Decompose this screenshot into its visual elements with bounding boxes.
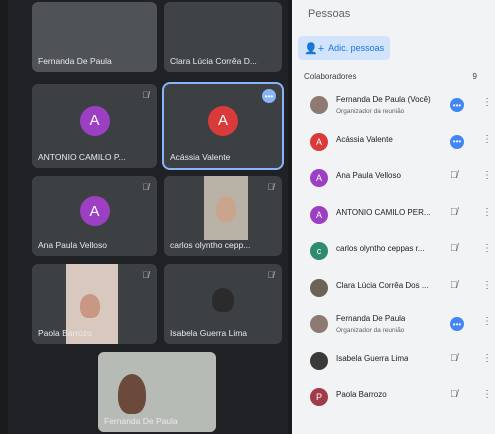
participant-avatar [310, 278, 328, 297]
tile-antonio[interactable]: 🎙̸ A ANTONIO CAMILO P... [32, 84, 157, 168]
mic-off-icon[interactable]: 🎙̸ [450, 207, 458, 218]
participant-avatar: A [310, 205, 328, 224]
participant-name: Isabela Guerra Lima [336, 353, 409, 363]
panel-title: Pessoas [308, 8, 351, 20]
tile-name: Ana Paula Velloso [38, 240, 107, 250]
more-vert-icon[interactable]: ⋮ [482, 134, 492, 145]
more-vert-icon[interactable]: ⋮ [482, 353, 492, 364]
participant-row[interactable]: Fernanda De Paula Organizador da reunião •… [310, 309, 492, 339]
tile-acassia[interactable]: ••• A Acássia Valente [162, 82, 284, 170]
tile-name: Clara Lúcia Corrêa D... [170, 56, 257, 66]
tile-carlos[interactable]: 🎙̸ carlos olyntho cepp... [164, 176, 282, 256]
avatar: A [79, 196, 110, 227]
meet-screen: Fernanda De Paula Clara Lúcia Corrêa D..… [0, 0, 495, 434]
mic-off-icon[interactable]: 🎙̸ [450, 353, 458, 364]
add-person-icon: 👤+ [304, 42, 325, 55]
participant-face [212, 288, 234, 312]
participant-row[interactable]: A Ana Paula Velloso 🎙̸ ⋮ [310, 163, 492, 193]
tile-fernanda-bottom[interactable]: Fernanda De Paula [98, 352, 216, 432]
mic-off-icon[interactable]: 🎙̸ [450, 170, 458, 181]
more-vert-icon[interactable]: ⋮ [482, 207, 492, 218]
section-count: 9 [472, 72, 477, 81]
add-people-button[interactable]: 👤+ Adic. pessoas [298, 36, 390, 60]
participant-name: Fernanda De Paula [336, 314, 406, 323]
more-options-icon[interactable]: ••• [262, 89, 276, 103]
participant-avatar [310, 351, 328, 370]
participant-row[interactable]: P Paola Barrozo 🎙̸ ⋮ [310, 382, 492, 412]
mic-off-icon: 🎙̸ [142, 182, 149, 192]
mic-off-icon[interactable]: 🎙̸ [450, 280, 458, 291]
participant-row[interactable]: Isabela Guerra Lima 🎙̸ ⋮ [310, 346, 492, 376]
participant-name: Fernanda De Paula (Você) [336, 95, 431, 104]
more-vert-icon[interactable]: ⋮ [482, 389, 492, 400]
participant-avatar: c [310, 242, 328, 260]
mic-off-icon[interactable]: 🎙̸ [450, 389, 458, 400]
video-grid: Fernanda De Paula Clara Lúcia Corrêa D..… [8, 0, 288, 434]
tile-name: Isabela Guerra Lima [170, 328, 248, 338]
avatar: A [208, 105, 238, 136]
participant-avatar: A [310, 132, 328, 151]
add-people-label: Adic. pessoas [328, 43, 385, 53]
participant-avatar: P [310, 388, 328, 406]
mic-off-icon: 🎙̸ [142, 90, 149, 100]
participant-name: Clara Lúcia Corrêa Dos ... [336, 280, 429, 290]
avatar: A [79, 105, 110, 136]
tile-name: Fernanda De Paula [38, 56, 112, 66]
participant-name: carlos olyntho ceppas r... [336, 244, 425, 253]
participant-row[interactable]: Fernanda De Paula (Você) Organizador da r… [310, 90, 492, 120]
tile-clara[interactable]: Clara Lúcia Corrêa D... [164, 2, 282, 72]
participant-avatar [310, 315, 328, 333]
participant-row[interactable]: Clara Lúcia Corrêa Dos ... 🎙̸ ⋮ [310, 273, 492, 303]
tile-name: Paola Barrozo [38, 328, 92, 338]
more-vert-icon[interactable]: ⋮ [482, 170, 492, 181]
participant-name: Ana Paula Velloso [336, 171, 401, 180]
more-vert-icon[interactable]: ⋮ [482, 97, 492, 108]
participant-row[interactable]: c carlos olyntho ceppas r... 🎙̸ ⋮ [310, 236, 492, 266]
participant-role: Organizador da reunião [336, 108, 405, 115]
speaking-indicator-icon: ••• [450, 134, 464, 149]
mic-off-icon: 🎙̸ [267, 270, 274, 280]
tile-fernanda-top[interactable]: Fernanda De Paula [32, 2, 157, 72]
tile-name: Fernanda De Paula [104, 416, 178, 426]
tile-name: ANTONIO CAMILO P... [38, 152, 126, 162]
people-panel: Pessoas 👤+ Adic. pessoas Colaboradores 9… [292, 0, 495, 434]
mic-off-icon: 🎙̸ [142, 270, 149, 280]
participant-face [118, 374, 146, 414]
tile-isabela[interactable]: 🎙̸ Isabela Guerra Lima [164, 264, 282, 344]
tile-paola[interactable]: 🎙̸ Paola Barrozo [32, 264, 157, 344]
participant-face [216, 196, 236, 222]
participant-avatar [310, 96, 328, 114]
participant-name: ANTONIO CAMILO PER... [336, 207, 431, 217]
speaking-indicator-icon: ••• [450, 317, 464, 331]
mic-off-icon: 🎙̸ [267, 182, 274, 192]
participant-name: Paola Barrozo [336, 390, 387, 399]
participant-name: Acássia Valente [336, 134, 393, 144]
participant-face [80, 294, 100, 318]
more-vert-icon[interactable]: ⋮ [482, 280, 492, 291]
tile-name: carlos olyntho cepp... [170, 240, 251, 250]
speaking-indicator-icon: ••• [450, 98, 464, 112]
participant-avatar: A [310, 169, 328, 187]
participant-row[interactable]: A ANTONIO CAMILO PER... 🎙̸ ⋮ [310, 200, 492, 230]
mic-off-icon[interactable]: 🎙̸ [450, 243, 458, 254]
more-vert-icon[interactable]: ⋮ [482, 316, 492, 327]
tile-name: Acássia Valente [170, 152, 231, 162]
more-vert-icon[interactable]: ⋮ [482, 243, 492, 254]
participant-row[interactable]: A Acássia Valente ••• ⋮ [310, 127, 492, 157]
tile-ana[interactable]: 🎙̸ A Ana Paula Velloso [32, 176, 157, 256]
participant-role: Organizador da reunião [336, 327, 405, 334]
section-label: Colaboradores [304, 72, 357, 81]
